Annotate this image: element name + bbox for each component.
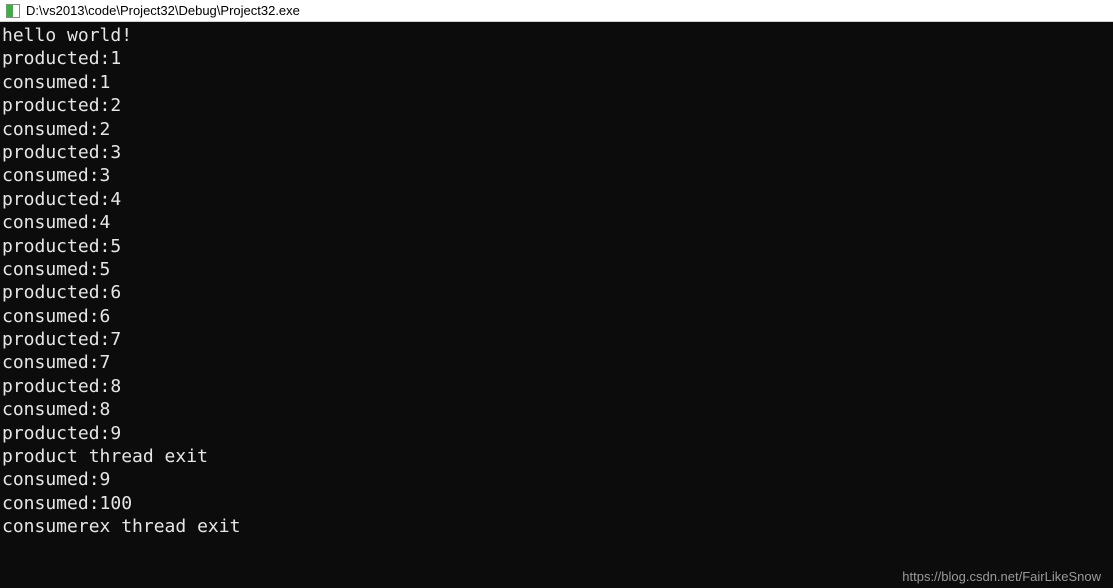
console-line: consumed:6: [2, 305, 1113, 328]
console-line: consumerex thread exit: [2, 515, 1113, 538]
console-line: consumed:5: [2, 258, 1113, 281]
console-line: hello world!: [2, 24, 1113, 47]
console-line: product thread exit: [2, 445, 1113, 468]
console-line: consumed:3: [2, 164, 1113, 187]
console-line: consumed:1: [2, 71, 1113, 94]
console-line: producted:5: [2, 235, 1113, 258]
console-line: producted:1: [2, 47, 1113, 70]
window-title: D:\vs2013\code\Project32\Debug\Project32…: [26, 3, 300, 18]
console-line: producted:9: [2, 422, 1113, 445]
console-line: producted:2: [2, 94, 1113, 117]
console-line: producted:6: [2, 281, 1113, 304]
app-icon: [6, 4, 20, 18]
console-line: consumed:4: [2, 211, 1113, 234]
console-line: consumed:9: [2, 468, 1113, 491]
console-line: consumed:7: [2, 351, 1113, 374]
console-line: producted:3: [2, 141, 1113, 164]
console-output[interactable]: hello world!producted:1consumed:1product…: [0, 22, 1113, 588]
console-line: consumed:8: [2, 398, 1113, 421]
console-line: consumed:2: [2, 118, 1113, 141]
console-line: consumed:100: [2, 492, 1113, 515]
title-bar[interactable]: D:\vs2013\code\Project32\Debug\Project32…: [0, 0, 1113, 22]
console-line: producted:8: [2, 375, 1113, 398]
console-line: producted:7: [2, 328, 1113, 351]
console-line: producted:4: [2, 188, 1113, 211]
